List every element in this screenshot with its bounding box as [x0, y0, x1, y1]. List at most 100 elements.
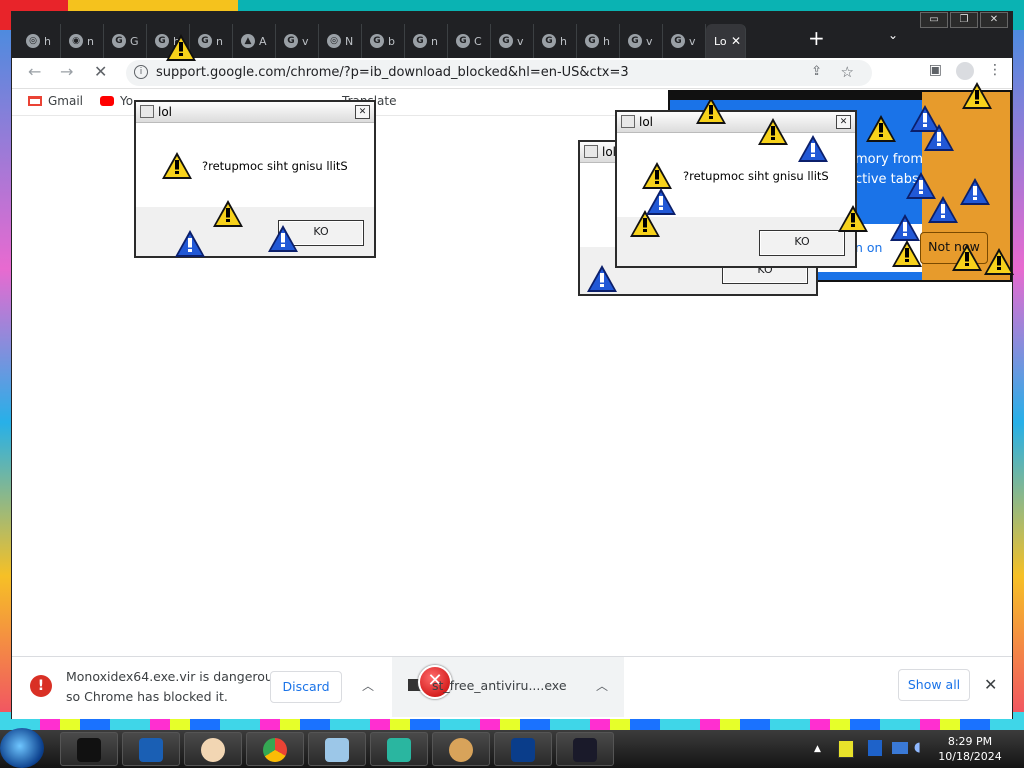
tab-favicon-icon: ◎ [26, 34, 40, 48]
stop-loading-button[interactable]: ✕ [94, 62, 107, 81]
volume-icon[interactable]: ◖ [914, 740, 921, 755]
close-window-button[interactable]: ✕ [980, 12, 1008, 28]
close-dialog-button[interactable]: ✕ [836, 115, 851, 129]
google-icon: G [370, 34, 384, 48]
taskbar-chrome-button[interactable] [246, 732, 304, 766]
taskbar-app-button[interactable] [60, 732, 118, 766]
forward-button[interactable]: → [60, 62, 73, 81]
tab[interactable]: ◎ h [18, 24, 61, 58]
taskbar-app-button[interactable] [494, 732, 552, 766]
address-bar[interactable]: i support.google.com/chrome/?p=ib_downlo… [126, 60, 872, 86]
warning-icon-mark [965, 252, 969, 266]
tab-label: h [603, 34, 610, 48]
tab[interactable]: Gh [534, 24, 577, 58]
chrome-icon: ◎ [327, 34, 341, 48]
maximize-button[interactable]: ❐ [950, 12, 978, 28]
download-item[interactable]: ✕ st_free_antiviru....exe ︿ [392, 657, 624, 717]
tab[interactable]: Gh [577, 24, 620, 58]
chevron-up-icon[interactable]: ︿ [596, 677, 608, 694]
tab[interactable]: Gn [405, 24, 448, 58]
download-warning-line1: Monoxidex64.exe.vir is dangerous, [66, 669, 284, 684]
bookmark-gmail[interactable]: Gmail [28, 94, 83, 108]
tab-label: b [388, 34, 395, 48]
discard-button[interactable]: Discard [270, 671, 342, 703]
menu-kebab-icon[interactable]: ⋮ [988, 62, 1002, 80]
share-icon[interactable]: ⇪ [811, 64, 822, 79]
network-icon[interactable] [892, 742, 908, 754]
tab-label: n [431, 34, 438, 48]
close-tab-icon[interactable]: ✕ [731, 34, 741, 48]
dialog-title: lol [158, 105, 173, 119]
close-dialog-button[interactable]: ✕ [355, 105, 370, 119]
tab-search-button[interactable]: ⌄ [888, 28, 898, 42]
tab-active[interactable]: Lo ✕ [706, 24, 746, 58]
warning-icon [866, 115, 896, 142]
tab-label: G [130, 34, 139, 48]
warning-icon-mark [973, 186, 977, 200]
back-button[interactable]: ← [28, 62, 41, 81]
tab[interactable]: Gb [362, 24, 405, 58]
warning-icon-mark [771, 126, 775, 140]
warning-icon-mark [188, 238, 192, 252]
google-icon: G [585, 34, 599, 48]
tab[interactable]: Gn [190, 24, 233, 58]
ok-button[interactable]: KO [759, 230, 845, 256]
chrome-icon [263, 738, 287, 762]
warning-icon [213, 200, 243, 227]
tray-app-icon[interactable] [868, 740, 882, 756]
dialog-title: lol [639, 115, 654, 129]
taskbar-app-button[interactable] [556, 732, 614, 766]
taskbar-clock[interactable]: 8:29 PM 10/18/2024 [930, 734, 1010, 764]
warning-icon-mark [903, 222, 907, 236]
google-icon: G [198, 34, 212, 48]
warning-icon-mark [923, 113, 927, 127]
warning-blue-icon [906, 172, 936, 199]
warning-icon [166, 34, 196, 61]
warning-blue-icon [924, 124, 954, 151]
url-text[interactable]: support.google.com/chrome/?p=ib_download… [156, 65, 629, 80]
close-download-bar-button[interactable]: ✕ [984, 675, 997, 694]
tab[interactable]: GC [448, 24, 491, 58]
tab[interactable]: Gv [663, 24, 706, 58]
warning-blue-icon [960, 178, 990, 205]
tray-expand-icon[interactable]: ▲ [814, 744, 821, 754]
tab[interactable]: Gv [620, 24, 663, 58]
taskbar-app-button[interactable] [308, 732, 366, 766]
tab[interactable]: GG [104, 24, 147, 58]
error-icon: ! [30, 675, 52, 697]
taskbar-app-button[interactable] [370, 732, 428, 766]
tab[interactable]: ▲ A [233, 24, 276, 58]
bookmark-youtube[interactable]: Yo [100, 94, 133, 108]
turn-on-button[interactable]: n on [855, 240, 882, 255]
tab-label: Lo [714, 34, 727, 48]
taskbar-app-button[interactable] [122, 732, 180, 766]
tab[interactable]: ◎ N [319, 24, 362, 58]
warning-icon-mark [975, 90, 979, 104]
warning-icon-mark [659, 196, 663, 210]
side-panel-icon[interactable]: ▣ [929, 62, 942, 80]
warning-icon-mark [937, 132, 941, 146]
tab-label: v [646, 34, 653, 48]
start-button[interactable] [0, 728, 44, 768]
tab[interactable]: Gv [491, 24, 534, 58]
google-icon: G [112, 34, 126, 48]
app-icon [140, 105, 154, 118]
show-all-button[interactable]: Show all [898, 669, 970, 701]
a-logo-icon: ▲ [241, 34, 255, 48]
taskbar-app-button[interactable] [184, 732, 242, 766]
clock-time: 8:29 PM [947, 735, 993, 748]
gmail-icon [28, 96, 42, 106]
tray-app-icon[interactable] [838, 740, 854, 758]
profile-avatar[interactable] [956, 62, 974, 80]
tab[interactable]: Gv [276, 24, 319, 58]
chevron-up-icon[interactable]: ︿ [362, 677, 374, 694]
site-info-icon[interactable]: i [134, 65, 148, 79]
taskbar-app-button[interactable] [432, 732, 490, 766]
bookmark-star-icon[interactable]: ☆ [841, 63, 854, 81]
device-icon [511, 738, 535, 762]
new-tab-button[interactable]: + [808, 26, 825, 50]
browser-toolbar: ← → ✕ i support.google.com/chrome/?p=ib_… [12, 58, 1012, 89]
tab[interactable]: ◉ n [61, 24, 104, 58]
minimize-button[interactable]: ▭ [920, 12, 948, 28]
warning-icon [696, 97, 726, 124]
